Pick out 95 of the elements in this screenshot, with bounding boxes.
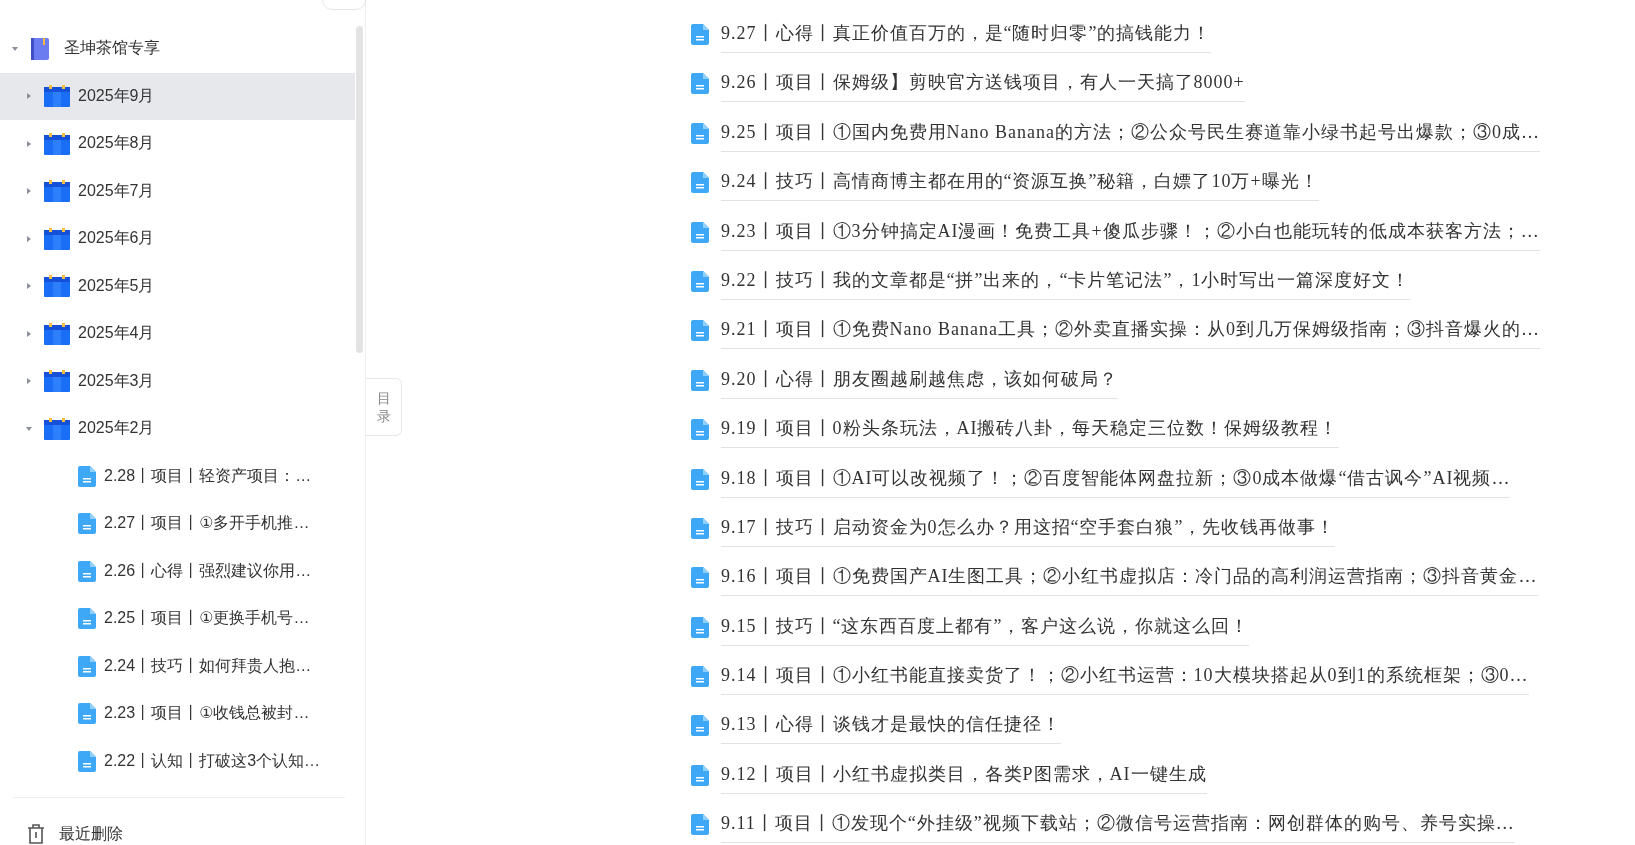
- document-icon: [691, 320, 709, 342]
- calendar-icon: [44, 85, 70, 108]
- tree-item[interactable]: 2025年8月: [0, 120, 355, 168]
- tree-item[interactable]: 2025年5月: [0, 262, 355, 310]
- document-icon: [691, 567, 709, 589]
- document-icon: [691, 369, 709, 391]
- calendar-icon: [44, 417, 70, 440]
- tree-item[interactable]: 2.27丨项目丨①多开手机推…: [0, 500, 355, 548]
- caret-icon[interactable]: [25, 329, 33, 338]
- calendar-icon: [44, 370, 70, 393]
- caret-icon[interactable]: [25, 424, 33, 433]
- tree-item[interactable]: 2025年9月: [0, 72, 355, 120]
- tree-item-label: 圣坤茶馆专享: [64, 38, 160, 59]
- caret-icon[interactable]: [11, 44, 19, 53]
- document-icon: [691, 270, 709, 292]
- document-link[interactable]: 9.17丨技巧丨启动资金为0怎么办？用这招“空手套白狼”，先收钱再做事！: [721, 514, 1336, 547]
- tree-item-label: 2.22丨认知丨打破这3个认知…: [104, 750, 321, 771]
- document-icon: [691, 764, 709, 786]
- calendar-icon: [44, 132, 70, 155]
- document-link[interactable]: 9.23丨项目丨①3分钟搞定AI漫画！免费工具+傻瓜步骤！；②小白也能玩转的低成本获客方法；…: [721, 218, 1540, 251]
- tree-item-label: 2.25丨项目丨①更换手机号…: [104, 608, 310, 629]
- recently-deleted-item[interactable]: 最近删除: [13, 798, 345, 845]
- tree-item-label: 2025年5月: [78, 275, 155, 296]
- document-icon: [78, 513, 96, 535]
- document-link[interactable]: 9.21丨项目丨①免费Nano Banana工具；②外卖直播实操：从0到几万保姆级指南；③抖音爆火的…: [721, 317, 1540, 350]
- tree-item-label: 2025年6月: [78, 228, 155, 249]
- tree-item[interactable]: 2.28丨项目丨轻资产项目：…: [0, 452, 355, 500]
- caret-icon[interactable]: [25, 282, 33, 291]
- tree-item[interactable]: 圣坤茶馆专享: [0, 25, 355, 73]
- calendar-icon: [44, 322, 70, 345]
- caret-icon[interactable]: [25, 187, 33, 196]
- caret-icon[interactable]: [25, 377, 33, 386]
- document-link[interactable]: 9.14丨项目丨①小红书能直接卖货了！；②小红书运营：10大模块搭起从0到1的系统框架；③0…: [721, 663, 1529, 696]
- document-link[interactable]: 9.22丨技巧丨我的文章都是“拼”出来的，“卡片笔记法”，1小时写出一篇深度好文！: [721, 267, 1411, 300]
- toc-tab[interactable]: 目录: [366, 378, 402, 436]
- scrollbar[interactable]: [356, 26, 363, 353]
- document-icon: [691, 73, 709, 95]
- document-icon: [78, 750, 96, 772]
- tree-item[interactable]: 2025年2月: [0, 405, 355, 453]
- document-link[interactable]: 9.19丨项目丨0粉头条玩法，AI搬砖八卦，每天稳定三位数！保姆级教程！: [721, 416, 1339, 449]
- calendar-icon: [44, 275, 70, 298]
- tree-item[interactable]: 2025年6月: [0, 215, 355, 263]
- tree-item[interactable]: 2025年7月: [0, 167, 355, 215]
- document-link[interactable]: 9.12丨项目丨小红书虚拟类目，各类P图需求，AI一键生成: [721, 761, 1207, 794]
- caret-icon[interactable]: [25, 139, 33, 148]
- document-icon: [691, 172, 709, 194]
- document-icon: [691, 616, 709, 638]
- document-icon: [691, 814, 709, 836]
- calendar-icon: [44, 180, 70, 203]
- tree-item[interactable]: 2.24丨技巧丨如何拜贵人抱…: [0, 642, 355, 690]
- document-icon: [691, 517, 709, 539]
- document-link[interactable]: 9.24丨技巧丨高情商博主都在用的“资源互换”秘籍，白嫖了10万+曝光！: [721, 169, 1319, 202]
- tree-item-label: 2025年3月: [78, 370, 155, 391]
- document-icon: [78, 608, 96, 630]
- document-icon: [78, 655, 96, 677]
- trash-icon: [27, 824, 45, 844]
- caret-icon[interactable]: [25, 92, 33, 101]
- tree-item[interactable]: 2.26丨心得丨强烈建议你用…: [0, 547, 355, 595]
- tree-item-label: 2.27丨项目丨①多开手机推…: [104, 513, 310, 534]
- document-link[interactable]: 9.11丨项目丨①发现个“外挂级”视频下载站；②微信号运营指南：网创群体的购号、养号实操…: [721, 811, 1515, 844]
- tree-item-label: 2.24丨技巧丨如何拜贵人抱…: [104, 655, 312, 676]
- document-icon: [78, 465, 96, 487]
- tree-item[interactable]: 2.22丨认知丨打破这3个认知…: [0, 737, 355, 785]
- document-icon: [691, 221, 709, 243]
- tree-item-label: 2.23丨项目丨①收钱总被封…: [104, 703, 310, 724]
- document-icon: [691, 24, 709, 45]
- document-icon: [691, 419, 709, 441]
- document-link[interactable]: 9.15丨技巧丨“这东西百度上都有”，客户这么说，你就这么回！: [721, 613, 1250, 646]
- document-link[interactable]: 9.26丨项目丨保姆级】剪映官方送钱项目，有人一天搞了8000+: [721, 70, 1245, 103]
- document-icon: [691, 715, 709, 737]
- document-icon: [78, 703, 96, 725]
- tree-item[interactable]: 2.23丨项目丨①收钱总被封…: [0, 690, 355, 738]
- document-link[interactable]: 9.27丨心得丨真正价值百万的，是“随时归零”的搞钱能力！: [721, 21, 1212, 53]
- caret-icon[interactable]: [25, 234, 33, 243]
- document-icon: [691, 666, 709, 688]
- document-icon: [691, 468, 709, 490]
- tree-item-label: 2025年8月: [78, 133, 155, 154]
- tree-item-label: 2025年7月: [78, 180, 155, 201]
- tree-item-label: 2025年9月: [78, 85, 155, 106]
- tree-item[interactable]: 2.25丨项目丨①更换手机号…: [0, 595, 355, 643]
- tree-item-label: 2.28丨项目丨轻资产项目：…: [104, 465, 312, 486]
- tree-item-label: 2025年4月: [78, 323, 155, 344]
- tree-item[interactable]: 2025年4月: [0, 310, 355, 358]
- document-link[interactable]: 9.18丨项目丨①AI可以改视频了！；②百度智能体网盘拉新；③0成本做爆“借古讽今”AI视频…: [721, 465, 1511, 498]
- document-link[interactable]: 9.16丨项目丨①免费国产AI生图工具；②小红书虚拟店：冷门品的高利润运营指南；③抖音黄金…: [721, 564, 1538, 597]
- tree-item-label: 2025年2月: [78, 418, 155, 439]
- document-link[interactable]: 9.20丨心得丨朋友圈越刷越焦虑，该如何破局？: [721, 366, 1118, 399]
- calendar-icon: [44, 227, 70, 250]
- document-link[interactable]: 9.13丨心得丨谈钱才是最快的信任捷径！: [721, 712, 1061, 745]
- document-link[interactable]: 9.25丨项目丨①国内免费用Nano Banana的方法；②公众号民生赛道靠小绿书起号出爆款；③0成…: [721, 119, 1540, 152]
- tree-item[interactable]: 2025年3月: [0, 357, 355, 405]
- book-icon: [30, 36, 50, 61]
- tree-item-label: 2.26丨心得丨强烈建议你用…: [104, 560, 312, 581]
- document-icon: [78, 560, 96, 582]
- document-icon: [691, 122, 709, 144]
